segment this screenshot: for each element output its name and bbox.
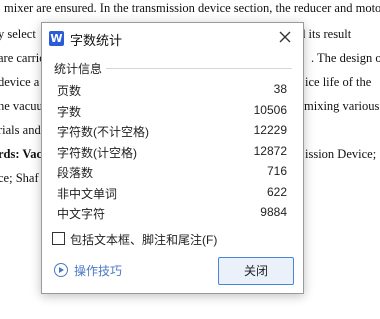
stat-row-words: 字数 10506 [57,101,291,122]
stat-label: 中文字符 [57,207,106,221]
stat-label: 非中文单词 [57,186,118,201]
word-count-dialog: W 字数统计 统计信息 页数 38 字数 10506 字符数(不计空格) 122… [41,22,304,294]
doc-line: are carrie [0,51,45,65]
dialog-titlebar: W 字数统计 [42,23,303,53]
doc-line: ice life of the [305,75,372,89]
stat-value: 10506 [253,102,287,117]
stat-value: 12872 [253,143,287,158]
doc-line: rds: Vac [0,147,43,161]
stat-label: 页数 [57,84,82,98]
doc-line: he vacuu [0,99,43,113]
play-circle-icon [54,263,68,277]
group-divider [106,68,292,69]
stat-label: 字符数(不计空格) [57,125,149,139]
stat-row-chars-with-spaces: 字符数(计空格) 12872 [57,142,291,163]
doc-line: rials and [0,123,41,137]
close-button[interactable]: 关闭 [218,257,294,285]
dialog-title: 字数统计 [70,33,123,48]
app-w-icon: W [49,31,64,46]
group-label: 统计信息 [54,60,107,77]
doc-line: ce; Shaf [0,171,39,185]
stat-row-paragraphs: 段落数 716 [57,162,291,183]
stat-value: 716 [266,164,287,178]
doc-line: mixer are ensured. In the transmission d… [4,1,380,15]
stat-label: 段落数 [57,166,94,180]
doc-line: device a [0,75,40,89]
doc-line: mixing various [304,99,380,113]
stat-label: 字符数(计空格) [57,145,137,160]
doc-line: . The design of [311,51,380,65]
close-icon[interactable] [276,28,294,46]
stat-value: 9884 [260,205,287,219]
stat-value: 622 [266,184,287,199]
checkbox-label[interactable]: 包括文本框、脚注和尾注(F) [70,231,217,248]
doc-line: ission Device; [305,147,377,161]
stat-row-chinese-chars: 中文字符 9884 [57,203,291,224]
stat-label: 字数 [57,104,82,119]
stat-value: 38 [273,82,287,96]
include-textboxes-checkbox[interactable] [52,232,65,245]
tips-label[interactable]: 操作技巧 [74,262,122,279]
stats-list: 页数 38 字数 10506 字符数(不计空格) 12229 字符数(计空格) … [57,80,291,224]
stat-row-non-chinese-words: 非中文单词 622 [57,183,291,204]
doc-line: y select [0,27,36,41]
stat-row-chars-no-spaces: 字符数(不计空格) 12229 [57,121,291,142]
stat-value: 12229 [253,123,287,137]
stat-row-pages: 页数 38 [57,80,291,101]
